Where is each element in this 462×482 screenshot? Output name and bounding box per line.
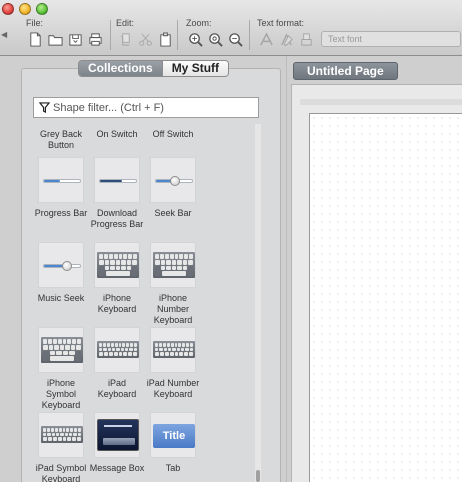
text-format-group-label: Text format: (257, 18, 305, 28)
shape-label: iPad Number Keyboard (146, 378, 200, 399)
shape-label: iPad Symbol Keyboard (35, 463, 87, 482)
shape-label: Message Box (89, 463, 145, 473)
shape-filter-placeholder: Shape filter... (Ctrl + F) (53, 101, 164, 114)
shape-item-download-progress-bar[interactable]: Download Progress Bar (89, 157, 145, 230)
page-ruler (300, 99, 462, 105)
cut-icon[interactable] (136, 30, 154, 48)
design-canvas[interactable] (309, 113, 462, 482)
zoom-window-button[interactable] (36, 3, 48, 15)
shape-label: Progress Bar (34, 208, 88, 218)
file-group: File: (26, 18, 104, 48)
download-progress-bar-thumbnail (94, 157, 140, 203)
shape-label: iPhone Number Keyboard (153, 293, 193, 325)
keyboard-thumbnail (150, 242, 196, 288)
zoom-in-icon[interactable] (186, 30, 204, 48)
shape-library-grid: Grey Back Button On Switch Off Switch Pr… (33, 124, 255, 482)
shape-label: Music Seek (37, 293, 85, 303)
collection-switcher: Collections My Stuff (78, 60, 230, 77)
edit-group: Edit: (116, 18, 174, 48)
shape-item-grey-back-button[interactable]: Grey Back Button (33, 129, 89, 151)
print-icon[interactable] (86, 30, 104, 48)
scrollbar-thumb[interactable] (256, 470, 260, 482)
font-color-icon[interactable] (277, 30, 295, 48)
seek-bar-thumbnail (150, 157, 196, 203)
progress-bar-thumbnail (38, 157, 84, 203)
keyboard-thumbnail (94, 327, 140, 373)
shape-item-on-switch[interactable]: On Switch (89, 129, 145, 140)
close-window-button[interactable] (2, 3, 14, 15)
keyboard-thumbnail (150, 327, 196, 373)
zoom-reset-icon[interactable] (206, 30, 224, 48)
shape-item-iphone-number-keyboard[interactable]: iPhone Number Keyboard (145, 242, 201, 326)
music-seek-thumbnail (38, 242, 84, 288)
shape-item-message-box[interactable]: Message Box (89, 412, 145, 474)
panel-divider[interactable] (286, 56, 287, 482)
keyboard-thumbnail (38, 327, 84, 373)
shape-label: Seek Bar (154, 208, 192, 218)
chevron-left-icon[interactable]: ◀ (1, 30, 7, 39)
paste-icon[interactable] (156, 30, 174, 48)
zoom-out-icon[interactable] (226, 30, 244, 48)
shape-item-iphone-symbol-keyboard[interactable]: iPhone Symbol Keyboard (33, 327, 89, 411)
toolbar: ◀ File: Edit: Zoom: Text format: Text fo… (0, 0, 462, 56)
keyboard-thumbnail (38, 412, 84, 458)
filter-funnel-icon (39, 102, 50, 113)
edit-group-label: Edit: (116, 18, 135, 28)
window-controls (2, 3, 48, 15)
shape-label: Download Progress Bar (90, 208, 144, 229)
tab-thumbnail: Title (150, 412, 196, 458)
shape-label: Off Switch (152, 129, 194, 139)
shape-item-progress-bar[interactable]: Progress Bar (33, 157, 89, 219)
shape-item-tab[interactable]: Title Tab (145, 412, 201, 474)
new-document-icon[interactable] (26, 30, 44, 48)
file-group-label: File: (26, 18, 44, 28)
minimize-window-button[interactable] (19, 3, 31, 15)
shape-item-ipad-symbol-keyboard[interactable]: iPad Symbol Keyboard (33, 412, 89, 482)
toolbar-separator (110, 20, 111, 50)
zoom-group: Zoom: (186, 18, 244, 48)
open-folder-icon[interactable] (46, 30, 64, 48)
shape-label: Tab (165, 463, 181, 473)
page-tab-untitled[interactable]: Untitled Page (293, 62, 398, 80)
shape-filter-input[interactable]: Shape filter... (Ctrl + F) (33, 97, 259, 118)
copy-icon[interactable] (116, 30, 134, 48)
shapes-scrollbar[interactable] (255, 124, 261, 482)
toolbar-separator (249, 20, 250, 50)
shape-label: iPhone Keyboard (97, 293, 137, 314)
toolbar-separator (177, 20, 178, 50)
my-stuff-tab[interactable]: My Stuff (161, 61, 229, 76)
save-icon[interactable] (66, 30, 84, 48)
shape-item-ipad-number-keyboard[interactable]: iPad Number Keyboard (145, 327, 201, 400)
font-style-icon[interactable] (257, 30, 275, 48)
shape-item-iphone-keyboard[interactable]: iPhone Keyboard (89, 242, 145, 315)
shape-item-music-seek[interactable]: Music Seek (33, 242, 89, 304)
shape-label: Grey Back Button (39, 129, 82, 150)
text-font-field[interactable]: Text font (321, 31, 461, 47)
text-format-group: Text format: Text font (257, 18, 461, 48)
shape-label: iPad Keyboard (97, 378, 137, 399)
collections-tab[interactable]: Collections (79, 61, 162, 76)
shape-item-ipad-keyboard[interactable]: iPad Keyboard (89, 327, 145, 400)
keyboard-thumbnail (94, 242, 140, 288)
tab-thumbnail-title: Title (153, 424, 195, 448)
shape-label: iPhone Symbol Keyboard (41, 378, 81, 410)
shape-label: On Switch (96, 129, 138, 139)
font-clear-icon[interactable] (297, 30, 315, 48)
shape-item-seek-bar[interactable]: Seek Bar (145, 157, 201, 219)
message-box-thumbnail (94, 412, 140, 458)
zoom-group-label: Zoom: (186, 18, 212, 28)
shape-item-off-switch[interactable]: Off Switch (145, 129, 201, 140)
